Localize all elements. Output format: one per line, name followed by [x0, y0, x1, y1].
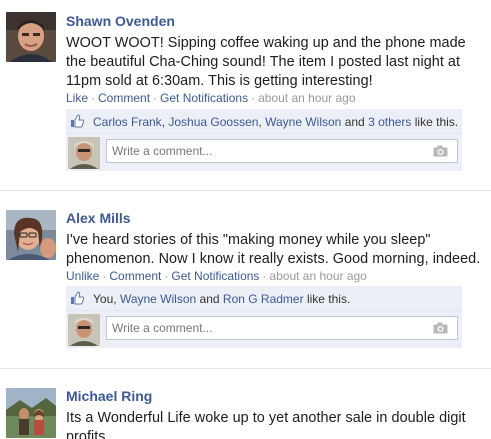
author-avatar[interactable]: [6, 388, 56, 438]
get-notifications-link[interactable]: Get Notifications: [171, 269, 259, 283]
liker-link[interactable]: Carlos Frank: [93, 115, 162, 129]
separator: ·: [251, 91, 256, 105]
liker-link[interactable]: Joshua Goossen: [168, 115, 258, 129]
unlike-link[interactable]: Unlike: [66, 269, 99, 283]
likes-suffix: like this.: [306, 292, 351, 306]
avatar-photo: [6, 12, 56, 62]
thumbs-up-icon: [71, 114, 84, 128]
camera-icon[interactable]: [433, 145, 448, 157]
post-message: I've heard stories of this "making money…: [66, 232, 481, 267]
separator: ·: [153, 91, 158, 105]
viewer-avatar: [68, 137, 100, 169]
viewer-avatar: [68, 314, 100, 346]
feed-story: Michael Ring Its a Wonderful Life woke u…: [0, 369, 491, 439]
likes-you: You,: [93, 292, 117, 306]
like-link[interactable]: Like: [66, 91, 88, 105]
author-name[interactable]: Shawn Ovenden: [66, 13, 175, 29]
separator: ·: [262, 269, 267, 283]
separator: ·: [164, 269, 169, 283]
liker-link[interactable]: Wayne Wilson: [120, 292, 196, 306]
likes-suffix: like this.: [414, 115, 459, 129]
likes-sentence: Carlos Frank, Joshua Goossen, Wayne Wils…: [66, 109, 462, 134]
comment-input[interactable]: [107, 140, 407, 162]
comment-link[interactable]: Comment: [109, 269, 161, 283]
comment-box: [106, 139, 458, 163]
likes-sentence: You, Wayne Wilson and Ron G Radmer like …: [66, 286, 462, 311]
feed-story: Alex Mills I've heard stories of this "m…: [0, 191, 491, 368]
liker-link[interactable]: Wayne Wilson: [265, 115, 341, 129]
thumbs-up-icon: [71, 291, 84, 305]
author-avatar[interactable]: [6, 12, 56, 62]
separator: ·: [102, 269, 107, 283]
likes-and: and: [199, 292, 220, 306]
liker-link[interactable]: Ron G Radmer: [223, 292, 304, 306]
post-actions: Unlike · Comment · Get Notifications · about a…: [66, 269, 367, 283]
author-name[interactable]: Michael Ring: [66, 388, 152, 404]
timestamp: about an hour ago: [258, 91, 356, 105]
comment-composer: [66, 134, 462, 171]
get-notifications-link[interactable]: Get Notifications: [160, 91, 248, 105]
author-name[interactable]: Alex Mills: [66, 210, 131, 226]
timestamp: about an hour ago: [269, 269, 367, 283]
avatar-photo: [6, 388, 56, 438]
camera-icon[interactable]: [433, 322, 448, 334]
post-message: Its a Wonderful Life woke up to yet anot…: [66, 410, 466, 439]
avatar-photo: [6, 210, 56, 260]
separator: ·: [91, 91, 96, 105]
post-actions: Like · Comment · Get Notifications · about an …: [66, 91, 356, 105]
comment-box: [106, 316, 458, 340]
likes-and: and: [344, 115, 365, 129]
feedback-box: Carlos Frank, Joshua Goossen, Wayne Wils…: [66, 109, 462, 171]
feedback-box: You, Wayne Wilson and Ron G Radmer like …: [66, 286, 462, 348]
feed-story: Shawn Ovenden WOOT WOOT! Sipping coffee …: [0, 0, 491, 190]
others-link[interactable]: 3 others: [368, 115, 411, 129]
post-message: WOOT WOOT! Sipping coffee waking up and …: [66, 35, 466, 89]
viewer-photo: [68, 314, 100, 346]
comment-input[interactable]: [107, 317, 407, 339]
viewer-photo: [68, 137, 100, 169]
author-avatar[interactable]: [6, 210, 56, 260]
comment-composer: [66, 311, 462, 348]
comment-link[interactable]: Comment: [98, 91, 150, 105]
